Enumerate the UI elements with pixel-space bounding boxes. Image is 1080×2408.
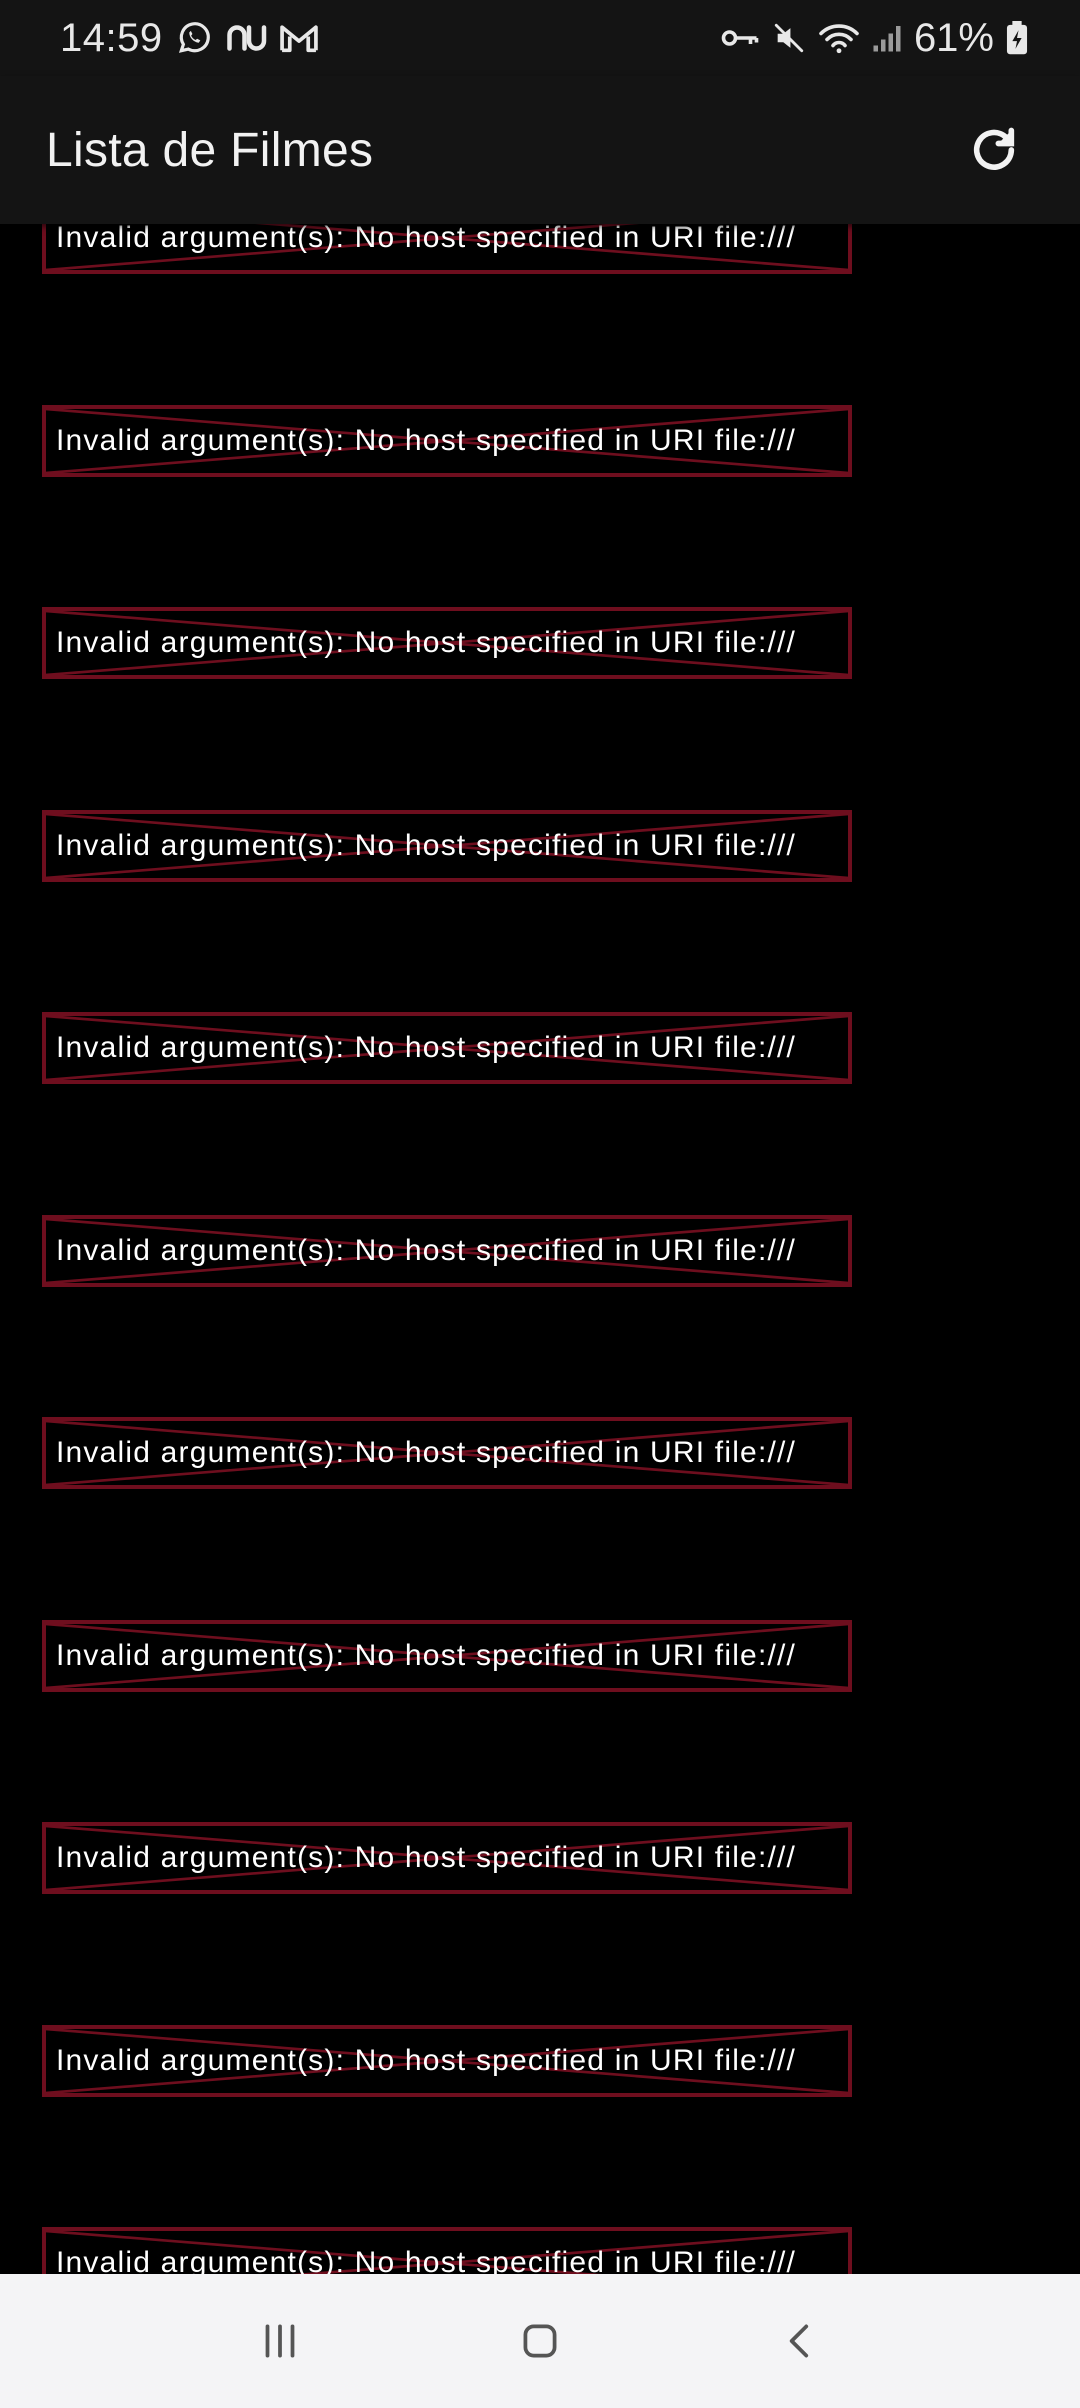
image-error-placeholder: Invalid argument(s): No host specified i…	[42, 809, 852, 882]
mute-icon	[772, 21, 806, 55]
image-error-placeholder: Invalid argument(s): No host specified i…	[42, 2024, 852, 2097]
refresh-button[interactable]	[952, 108, 1036, 192]
list-item[interactable]: Invalid argument(s): No host specified i…	[42, 607, 852, 679]
error-message: Invalid argument(s): No host specified i…	[56, 1436, 797, 1469]
status-bar: 14:59 61%	[0, 0, 1080, 76]
recent-apps-button[interactable]	[220, 2291, 340, 2391]
list-item[interactable]: Invalid argument(s): No host specified i…	[42, 1417, 852, 1489]
error-message: Invalid argument(s): No host specified i…	[56, 2043, 797, 2077]
image-error-placeholder: Invalid argument(s): No host specified i…	[42, 404, 852, 477]
status-left: 14:59	[60, 16, 319, 61]
list-item[interactable]: Invalid argument(s): No host specified i…	[42, 224, 852, 274]
list-item[interactable]: Invalid argument(s): No host specified i…	[42, 1822, 852, 1894]
wifi-icon	[818, 21, 860, 55]
image-error-placeholder: Invalid argument(s): No host specified i…	[42, 1822, 852, 1894]
list-item[interactable]: Invalid argument(s): No host specified i…	[42, 809, 852, 882]
image-error-placeholder: Invalid argument(s): No host specified i…	[42, 1012, 852, 1084]
image-error-placeholder: Invalid argument(s): No host specified i…	[42, 1417, 852, 1489]
refresh-icon	[968, 124, 1020, 176]
error-message: Invalid argument(s): No host specified i…	[56, 423, 797, 457]
list-item[interactable]: Invalid argument(s): No host specified i…	[42, 2024, 852, 2097]
error-message: Invalid argument(s): No host specified i…	[56, 1031, 797, 1064]
recent-apps-icon	[255, 2316, 305, 2366]
back-button[interactable]	[740, 2291, 860, 2391]
image-error-placeholder: Invalid argument(s): No host specified i…	[42, 1214, 852, 1287]
list-item[interactable]: Invalid argument(s): No host specified i…	[42, 1012, 852, 1084]
gmail-icon	[279, 22, 319, 54]
app-bar: Lista de Filmes	[0, 76, 1080, 224]
error-message: Invalid argument(s): No host specified i…	[56, 1841, 797, 1874]
back-icon	[775, 2316, 825, 2366]
signal-icon	[872, 23, 902, 53]
vpn-key-icon	[720, 26, 760, 50]
image-error-placeholder: Invalid argument(s): No host specified i…	[42, 224, 852, 274]
error-message: Invalid argument(s): No host specified i…	[56, 828, 797, 862]
status-right: 61%	[720, 16, 1028, 61]
whatsapp-icon	[175, 19, 213, 57]
image-error-placeholder: Invalid argument(s): No host specified i…	[42, 1619, 852, 1692]
status-time: 14:59	[60, 15, 163, 60]
image-error-placeholder: Invalid argument(s): No host specified i…	[42, 607, 852, 679]
list-item[interactable]: Invalid argument(s): No host specified i…	[42, 404, 852, 477]
error-message: Invalid argument(s): No host specified i…	[56, 1638, 797, 1672]
list-item[interactable]: Invalid argument(s): No host specified i…	[42, 1214, 852, 1287]
battery-percent: 61%	[913, 15, 994, 60]
home-icon	[515, 2316, 565, 2366]
nubank-icon	[225, 23, 267, 53]
image-error-placeholder: Invalid argument(s): No host specified i…	[42, 2227, 852, 2274]
home-button[interactable]	[480, 2291, 600, 2391]
error-message: Invalid argument(s): No host specified i…	[56, 2246, 797, 2274]
movie-list[interactable]: Invalid argument(s): No host specified i…	[0, 224, 1080, 2274]
list-item[interactable]: Invalid argument(s): No host specified i…	[42, 2227, 852, 2274]
list-item[interactable]: Invalid argument(s): No host specified i…	[42, 1619, 852, 1692]
error-message: Invalid argument(s): No host specified i…	[56, 224, 797, 254]
battery-icon	[1006, 21, 1028, 55]
error-message: Invalid argument(s): No host specified i…	[56, 1233, 797, 1267]
navigation-bar	[0, 2274, 1080, 2408]
screen: 14:59 61% Lista de Filmes Invalid argume…	[0, 0, 1080, 2408]
page-title: Lista de Filmes	[46, 123, 374, 177]
error-message: Invalid argument(s): No host specified i…	[56, 626, 797, 659]
